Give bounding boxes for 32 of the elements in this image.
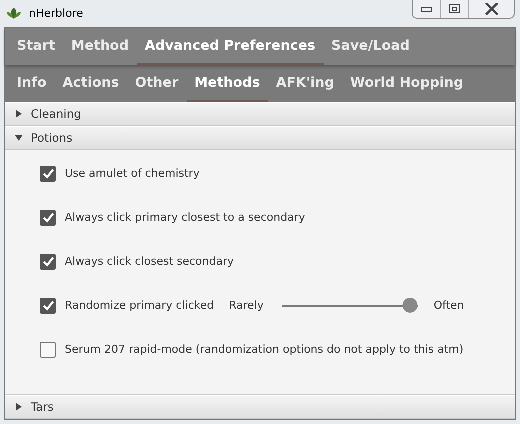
- tab[interactable]: World Hopping: [342, 65, 472, 102]
- option-label: Randomize primary clicked: [65, 299, 214, 312]
- option-label: Use amulet of chemistry: [65, 167, 200, 180]
- section-header[interactable]: Tars: [5, 395, 515, 419]
- window-title: nHerblore: [29, 7, 84, 20]
- checkbox[interactable]: [40, 254, 56, 270]
- caret-icon: [15, 134, 23, 142]
- checkbox[interactable]: [40, 298, 56, 314]
- checkbox[interactable]: [40, 342, 56, 358]
- checkbox[interactable]: [40, 210, 56, 226]
- section-header[interactable]: Potions: [5, 126, 515, 150]
- close-icon: [484, 3, 498, 15]
- checkbox[interactable]: [40, 166, 56, 182]
- tab[interactable]: Save/Load: [324, 28, 418, 65]
- tab[interactable]: AFK'ing: [268, 65, 342, 102]
- slider-min-label: Rarely: [229, 299, 264, 312]
- slider-thumb[interactable]: [403, 298, 418, 313]
- maximize-icon: [448, 4, 460, 14]
- tab[interactable]: Start: [9, 28, 64, 65]
- section-header[interactable]: Cleaning: [5, 102, 515, 126]
- minimize-icon: [420, 5, 432, 13]
- option-label: Always click closest secondary: [65, 255, 234, 268]
- option-label: Always click primary closest to a secondary: [65, 211, 306, 224]
- option-label: Serum 207 rapid-mode (randomization options do not apply to this atm): [65, 343, 464, 356]
- tab[interactable]: Info: [9, 65, 55, 102]
- caret-icon: [15, 403, 23, 411]
- tab[interactable]: Actions: [54, 65, 128, 102]
- tab[interactable]: Method: [63, 28, 137, 65]
- slider-max-label: Often: [434, 299, 464, 312]
- caret-icon: [15, 110, 23, 118]
- tab[interactable]: Other: [127, 65, 187, 102]
- leaf-icon: [6, 6, 22, 22]
